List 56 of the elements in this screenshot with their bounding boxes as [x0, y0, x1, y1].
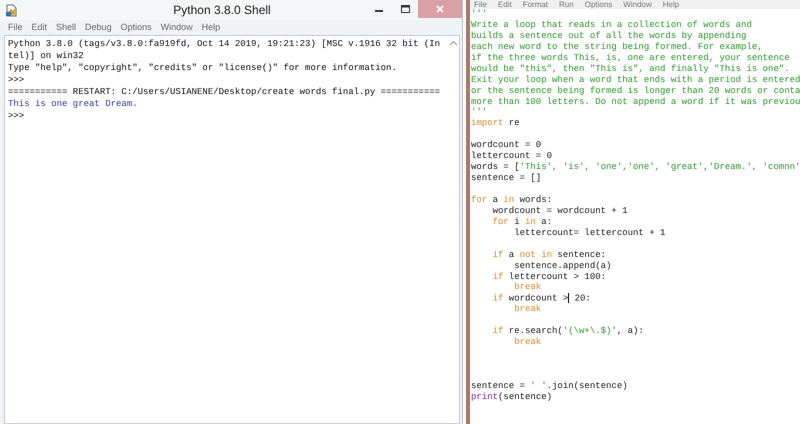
menu-item[interactable]: File — [8, 22, 23, 32]
menu-item[interactable]: Help — [662, 0, 680, 9]
code-line: sentence = [] — [471, 173, 542, 184]
code-line: if lettercount > 100: — [492, 272, 606, 282]
menu-item[interactable]: Edit — [498, 0, 512, 9]
code-line: wordcount = wordcount + 1 — [492, 206, 628, 217]
code-line: ''' — [471, 9, 488, 20]
prompt-text: >>> — [8, 74, 24, 86]
code-line: builds a sentence out of all the words by appending — [471, 30, 746, 42]
code-line: if wordcount > 20: — [492, 293, 591, 304]
menu-item[interactable]: File — [474, 0, 487, 9]
code-line: lettercount= lettercount + 1 — [513, 228, 666, 239]
code-line: lettercount = 0 — [471, 151, 552, 162]
code-line: sentence = ' '.join(sentence) — [471, 380, 628, 392]
prompt-text: >>> — [8, 110, 24, 122]
code-line: for a in words: — [471, 194, 552, 206]
menu-item[interactable]: Window — [160, 22, 193, 32]
code-line: for i in a: — [492, 216, 552, 228]
console-line: tel)] on win32 — [8, 50, 84, 62]
code-line: if a not in sentence: — [492, 250, 606, 261]
scroll-up-icon — [449, 40, 458, 46]
code-line: import re — [471, 118, 520, 130]
code-line: break — [513, 337, 542, 348]
menu-item[interactable]: Help — [202, 22, 220, 32]
code-line: more than 100 letters. Do not append a word if it was previou — [471, 96, 800, 108]
code-line: Write a loop that reads in a collection of words and — [471, 20, 752, 31]
maximize-icon — [400, 5, 410, 13]
menu-item[interactable]: Edit — [32, 22, 48, 32]
code-line: ''' — [471, 107, 488, 118]
menu-item[interactable]: Run — [559, 0, 574, 9]
code-line: would be "this", then "This is", and finally "This is one". — [471, 64, 790, 75]
close-icon — [436, 5, 444, 13]
menu-item[interactable]: Debug — [85, 22, 112, 32]
console-line: =========== RESTART: C:/Users/USIANENE/Desktop/create words final.py =========== — [8, 86, 440, 98]
code-line: or the sentence being formed is longer than 20 words or conta — [471, 86, 800, 96]
console-line: This is one great Dream. — [8, 98, 138, 110]
console-line: Python 3.8.0 (tags/v3.8.0:fa919fd, Oct 14 2019, 19:21:23) [MSC v.1916 32 bit (In — [8, 38, 440, 50]
window-title: Python 3.8.0 Shell — [172, 3, 272, 17]
menu-item[interactable]: Options — [120, 22, 152, 32]
console-line: Type "help", "copyright", "credits" or "license()" for more information. — [8, 62, 397, 74]
code-line: break — [513, 282, 542, 294]
code-line: Exit your loop when a word that ends with a period is entered — [471, 74, 800, 86]
menu-item[interactable]: Window — [623, 0, 652, 9]
code-line: if re.search('(\w+\.$)', a): — [492, 326, 644, 338]
menu-item[interactable]: Shell — [56, 22, 76, 32]
code-line: break — [513, 304, 542, 316]
menu-item[interactable]: Options — [584, 0, 612, 9]
code-line: words = ['This', 'is', 'one','one', 'great','Dream.', 'comnn' — [471, 162, 800, 174]
menu-item[interactable]: Format — [522, 0, 548, 9]
code-line: print(sentence) — [471, 392, 552, 403]
text-cursor — [568, 293, 570, 304]
code-line: wordcount = 0 — [471, 140, 542, 152]
code-line: if the three words This, is, one are entered, your sentence — [471, 52, 790, 64]
code-line: each new word to the string being formed. For example, — [471, 42, 763, 53]
code-line: sentence.append(a) — [513, 260, 612, 272]
python-file-icon — [4, 3, 18, 17]
